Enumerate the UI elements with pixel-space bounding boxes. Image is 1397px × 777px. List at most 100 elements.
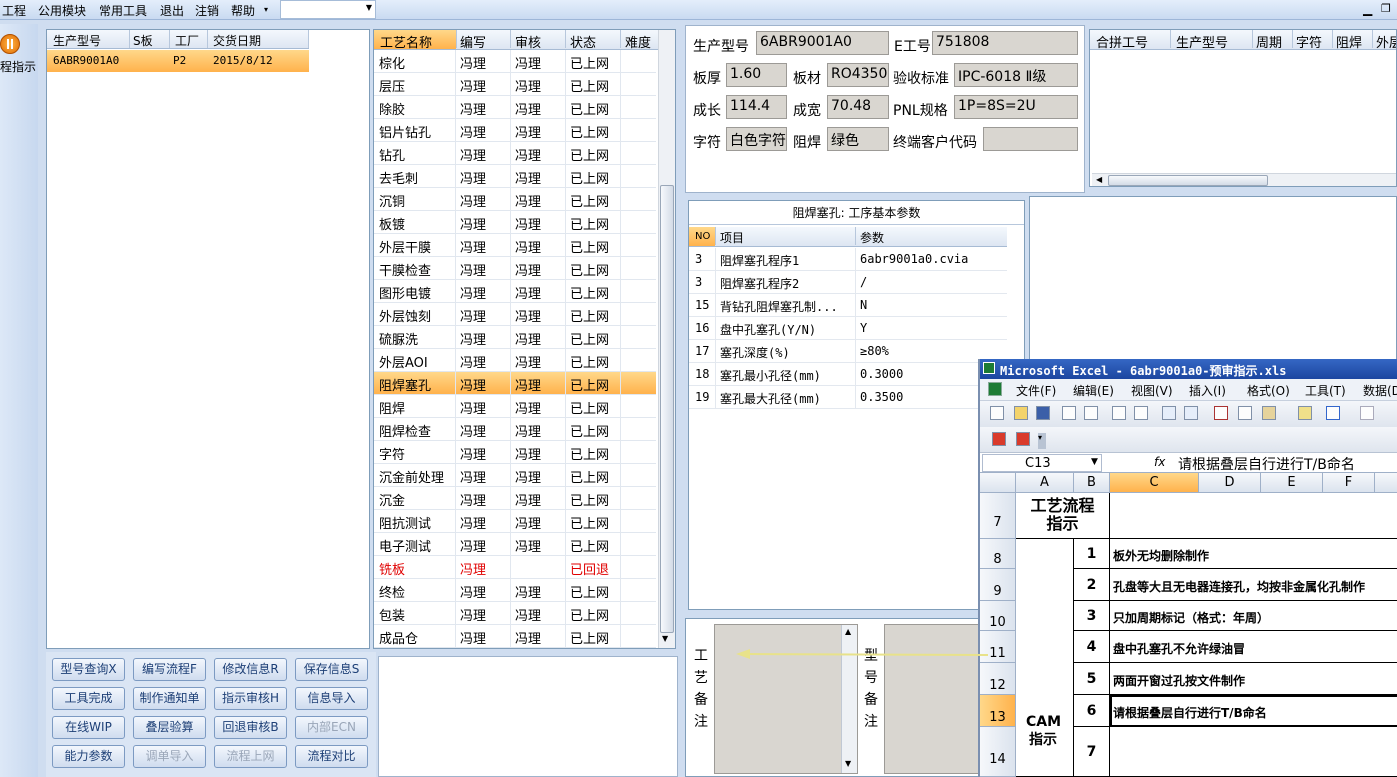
table-row[interactable]: 铝片钻孔 冯理 冯理 已上网 xyxy=(374,119,656,142)
action-button[interactable]: 保存信息S xyxy=(295,658,368,681)
action-button[interactable]: 信息导入 xyxy=(295,687,368,710)
excel-menu-view[interactable]: 视图(V) xyxy=(1131,382,1173,399)
scroll-left-icon[interactable]: ◀ xyxy=(1096,175,1102,184)
instruction-number[interactable]: 2 xyxy=(1074,569,1110,601)
table-row[interactable]: 钻孔 冯理 冯理 已上网 xyxy=(374,142,656,165)
mask-field[interactable]: 绿色 xyxy=(827,127,889,151)
permission-icon[interactable] xyxy=(1062,406,1076,420)
instruction-number[interactable]: 7 xyxy=(1074,727,1110,777)
table-row[interactable]: 硫脲洗 冯理 冯理 已上网 xyxy=(374,326,656,349)
table-row[interactable]: 16 盘中孔塞孔(Y/N) Y xyxy=(689,317,1007,340)
table-row[interactable]: 外层AOI 冯理 冯理 已上网 xyxy=(374,349,656,372)
table-row[interactable]: 15 背钻孔阻焊塞孔制... N xyxy=(689,294,1007,317)
instruction-cell[interactable] xyxy=(1110,727,1397,777)
combine-hscroll[interactable]: ◀ xyxy=(1092,173,1396,186)
instruction-number[interactable]: 4 xyxy=(1074,631,1110,663)
model-field[interactable]: 6ABR9001A0 xyxy=(756,31,889,55)
col-delivery-date[interactable]: 交货日期 xyxy=(213,32,261,49)
col-header-d[interactable]: D xyxy=(1199,473,1261,493)
cam-cell[interactable]: CAM指示 xyxy=(1016,539,1074,777)
menu-overflow-icon[interactable]: ▾ xyxy=(264,5,268,14)
table-row[interactable]: 外层干膜 冯理 冯理 已上网 xyxy=(374,234,656,257)
menu-logout[interactable]: 注销 xyxy=(195,2,219,19)
minimize-icon[interactable]: ▁ xyxy=(1363,2,1372,16)
save-icon[interactable] xyxy=(1036,406,1050,420)
col-difficulty[interactable]: 难度 xyxy=(625,32,651,51)
col-header-a[interactable]: A xyxy=(1016,473,1074,493)
instruction-cell[interactable]: 盘中孔塞孔不允许绿油冒 xyxy=(1110,631,1397,663)
hscroll-thumb[interactable] xyxy=(1108,175,1268,186)
table-row[interactable]: 17 塞孔深度(%) ≥80% xyxy=(689,340,1007,363)
col-combine-cycle[interactable]: 周期 xyxy=(1256,32,1282,51)
instruction-number[interactable]: 6 xyxy=(1074,695,1110,727)
col-no[interactable]: NO xyxy=(695,231,710,242)
menu-combo[interactable]: ▼ xyxy=(280,0,376,19)
col-s-board[interactable]: S板 xyxy=(133,32,153,49)
action-button[interactable]: 叠层验算 xyxy=(133,716,206,739)
paste-icon[interactable] xyxy=(1262,406,1276,420)
instruction-number[interactable]: 3 xyxy=(1074,601,1110,631)
table-row[interactable]: 除胶 冯理 冯理 已上网 xyxy=(374,96,656,119)
table-row[interactable]: 终检 冯理 冯理 已上网 xyxy=(374,579,656,602)
instruction-cell[interactable]: 只加周期标记（格式：年周） xyxy=(1110,601,1397,631)
action-button[interactable]: 制作通知单 xyxy=(133,687,206,710)
spelling-icon[interactable] xyxy=(1162,406,1176,420)
excel-menu-file[interactable]: 文件(F) xyxy=(1016,382,1056,399)
copy-icon[interactable] xyxy=(1238,406,1252,420)
action-button[interactable]: 编写流程F xyxy=(133,658,206,681)
thickness-field[interactable]: 1.60 xyxy=(726,63,787,87)
pnl-field[interactable]: 1P=8S=2U xyxy=(954,95,1078,119)
row-header[interactable]: 10 xyxy=(980,601,1016,631)
col-header-g[interactable] xyxy=(1375,473,1397,493)
scroll-down-icon[interactable]: ▼ xyxy=(662,634,668,643)
excel-menu-edit[interactable]: 编辑(E) xyxy=(1073,382,1114,399)
workflow-scrollbar[interactable]: ▼ xyxy=(658,30,675,648)
print-preview-icon[interactable] xyxy=(1134,406,1148,420)
table-row[interactable]: 字符 冯理 冯理 已上网 xyxy=(374,441,656,464)
excel-titlebar[interactable]: Microsoft Excel - 6abr9001a0-预审指示.xls xyxy=(980,359,1397,379)
print-icon[interactable] xyxy=(1112,406,1126,420)
action-button[interactable]: 流程对比 xyxy=(295,745,368,768)
table-row[interactable]: 外层蚀刻 冯理 冯理 已上网 xyxy=(374,303,656,326)
cut-icon[interactable] xyxy=(1214,406,1228,420)
action-button[interactable]: 能力参数 xyxy=(52,745,125,768)
action-button[interactable]: 在线WIP xyxy=(52,716,125,739)
action-button[interactable]: 流程上网 xyxy=(214,745,287,768)
fx-icon[interactable]: fx xyxy=(1154,455,1165,469)
excel-doc-icon[interactable] xyxy=(988,382,1002,396)
sheet-cell[interactable] xyxy=(1110,493,1397,539)
name-box[interactable]: C13 ▼ xyxy=(982,454,1102,472)
instruction-number[interactable]: 5 xyxy=(1074,663,1110,695)
menu-common-modules[interactable]: 公用模块 xyxy=(38,2,86,19)
research-icon[interactable] xyxy=(1184,406,1198,420)
action-button[interactable]: 调单导入 xyxy=(133,745,206,768)
action-button[interactable]: 修改信息R xyxy=(214,658,287,681)
table-row[interactable]: 包装 冯理 冯理 已上网 xyxy=(374,602,656,625)
instruction-number[interactable]: 1 xyxy=(1074,539,1110,569)
table-row[interactable]: 图形电镀 冯理 冯理 已上网 xyxy=(374,280,656,303)
excel-menu-format[interactable]: 格式(O) xyxy=(1247,382,1290,399)
table-row[interactable]: 干膜检查 冯理 冯理 已上网 xyxy=(374,257,656,280)
table-row[interactable]: 阻焊塞孔 冯理 冯理 已上网 xyxy=(374,372,656,395)
action-button[interactable]: 回退审核B xyxy=(214,716,287,739)
row-header[interactable]: 8 xyxy=(980,539,1016,569)
table-row[interactable]: 棕化 冯理 冯理 已上网 xyxy=(374,50,656,73)
action-button[interactable]: 工具完成 xyxy=(52,687,125,710)
table-row[interactable]: 电子测试 冯理 冯理 已上网 xyxy=(374,533,656,556)
col-combine-mask[interactable]: 阻焊 xyxy=(1336,32,1362,51)
col-combine-no[interactable]: 合拼工号 xyxy=(1096,32,1148,51)
nav-process-instruction[interactable]: 程指示 xyxy=(0,30,36,76)
row-header[interactable]: 13 xyxy=(980,695,1016,727)
redo-icon[interactable] xyxy=(1360,406,1374,420)
instruction-cell[interactable]: 孔盘等大且无电器连接孔，均按非金属化孔制作 xyxy=(1110,569,1397,601)
section-title-cell[interactable]: 工艺流程指示 xyxy=(1016,493,1110,539)
col-combine-model[interactable]: 生产型号 xyxy=(1176,32,1228,51)
action-button[interactable]: 内部ECN xyxy=(295,716,368,739)
table-row[interactable]: 沉金前处理 冯理 冯理 已上网 xyxy=(374,464,656,487)
format-painter-icon[interactable] xyxy=(1298,406,1312,420)
table-row[interactable]: 6ABR9001A0 P2 2015/8/12 xyxy=(47,50,309,72)
col-status[interactable]: 状态 xyxy=(570,32,596,51)
row-header[interactable]: 9 xyxy=(980,569,1016,601)
open-icon[interactable] xyxy=(1014,406,1028,420)
table-row[interactable]: 19 塞孔最大孔径(mm) 0.3500 xyxy=(689,386,1007,409)
